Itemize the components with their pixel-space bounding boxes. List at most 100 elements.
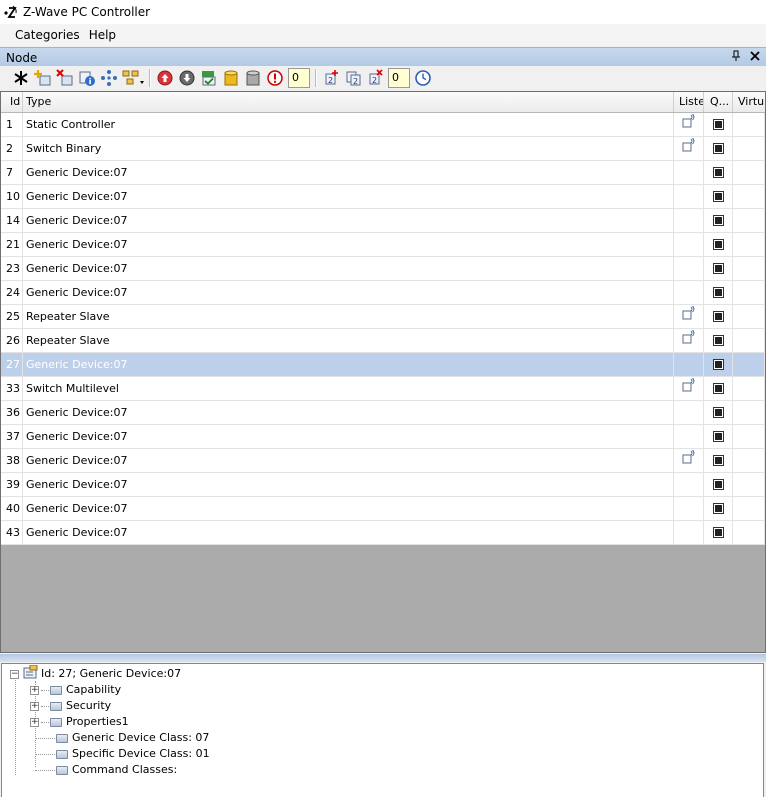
checkbox-checked-icon[interactable] <box>712 263 724 274</box>
cell-q[interactable] <box>704 377 733 400</box>
cell-q[interactable] <box>704 329 733 352</box>
collapse-icon[interactable]: − <box>10 669 19 679</box>
network-discovery-icon[interactable] <box>98 67 120 89</box>
table-row[interactable]: 39 Generic Device:07 <box>1 473 765 497</box>
checkbox-checked-icon[interactable] <box>712 287 724 298</box>
check-status-icon[interactable] <box>198 67 220 89</box>
association-edit-icon[interactable]: 2 <box>342 67 364 89</box>
tree-node[interactable]: + Capability <box>30 682 121 698</box>
checkbox-checked-icon[interactable] <box>712 191 724 202</box>
table-row[interactable]: 7 Generic Device:07 <box>1 161 765 185</box>
database-gold-icon[interactable] <box>220 67 242 89</box>
association-remove-icon[interactable]: 2 <box>364 67 386 89</box>
asterisk-icon[interactable] <box>10 67 32 89</box>
expand-icon[interactable]: + <box>30 701 39 711</box>
checkbox-checked-icon[interactable] <box>712 407 724 418</box>
table-row[interactable]: 37 Generic Device:07 <box>1 425 765 449</box>
add-node-icon[interactable] <box>32 67 54 89</box>
tree-node[interactable]: + Properties1 <box>30 714 129 730</box>
table-row[interactable]: 36 Generic Device:07 <box>1 401 765 425</box>
checkbox-checked-icon[interactable] <box>712 167 724 178</box>
cell-q[interactable] <box>704 521 733 544</box>
cell-q[interactable] <box>704 185 733 208</box>
grid-header: Id Type Liste Q... Virtu <box>1 92 765 113</box>
checkbox-checked-icon[interactable] <box>712 383 724 394</box>
column-header-q[interactable]: Q... <box>704 92 733 112</box>
menu-categories[interactable]: Categories <box>0 24 89 46</box>
cell-q[interactable] <box>704 497 733 520</box>
tree-node[interactable]: + Security <box>30 698 111 714</box>
checkbox-checked-icon[interactable] <box>712 503 724 514</box>
database-gray-icon[interactable] <box>242 67 264 89</box>
cell-q[interactable] <box>704 209 733 232</box>
table-row[interactable]: 33 Switch Multilevel <box>1 377 765 401</box>
checkbox-checked-icon[interactable] <box>712 119 724 130</box>
table-row[interactable]: 43 Generic Device:07 <box>1 521 765 545</box>
association-add-icon[interactable]: 2 <box>320 67 342 89</box>
cell-q[interactable] <box>704 257 733 280</box>
table-row[interactable]: 23 Generic Device:07 <box>1 257 765 281</box>
cell-q[interactable] <box>704 305 733 328</box>
table-row[interactable]: 2 Switch Binary <box>1 137 765 161</box>
table-row[interactable]: 25 Repeater Slave <box>1 305 765 329</box>
checkbox-checked-icon[interactable] <box>712 359 724 370</box>
table-row[interactable]: 21 Generic Device:07 <box>1 233 765 257</box>
wakeup-counter-input[interactable]: 0 <box>288 68 310 88</box>
cell-q[interactable] <box>704 113 733 136</box>
cell-virtual <box>733 449 765 472</box>
download-icon[interactable] <box>176 67 198 89</box>
cell-q[interactable] <box>704 161 733 184</box>
tree-node[interactable]: Generic Device Class: 07 <box>30 730 209 746</box>
checkbox-checked-icon[interactable] <box>712 479 724 490</box>
checkbox-checked-icon[interactable] <box>712 455 724 466</box>
cell-type: Generic Device:07 <box>23 521 674 544</box>
expand-icon[interactable]: + <box>30 717 39 727</box>
expand-icon[interactable]: + <box>30 685 39 695</box>
clock-icon[interactable] <box>412 67 434 89</box>
panel-splitter[interactable] <box>0 654 766 662</box>
table-row[interactable]: 14 Generic Device:07 <box>1 209 765 233</box>
checkbox-checked-icon[interactable] <box>712 335 724 346</box>
checkbox-checked-icon[interactable] <box>712 311 724 322</box>
table-row[interactable]: 24 Generic Device:07 <box>1 281 765 305</box>
menu-help[interactable]: Help <box>89 24 125 46</box>
checkbox-checked-icon[interactable] <box>712 215 724 226</box>
tree-root-node[interactable]: − Id: 27; Generic Device:07 <box>10 664 181 682</box>
tree-node[interactable]: Specific Device Class: 01 <box>30 746 210 762</box>
cell-q[interactable] <box>704 281 733 304</box>
table-row[interactable]: 26 Repeater Slave <box>1 329 765 353</box>
table-row[interactable]: 1 Static Controller <box>1 113 765 137</box>
timeout-counter-input[interactable]: 0 <box>388 68 410 88</box>
cell-q[interactable] <box>704 137 733 160</box>
pin-icon[interactable] <box>731 50 741 65</box>
cell-id: 7 <box>1 161 23 184</box>
cell-q[interactable] <box>704 233 733 256</box>
tree-node-label: Capability <box>66 683 122 696</box>
table-row[interactable]: 38 Generic Device:07 <box>1 449 765 473</box>
column-header-listening[interactable]: Liste <box>674 92 704 112</box>
checkbox-checked-icon[interactable] <box>712 239 724 250</box>
cell-q[interactable] <box>704 353 733 376</box>
cell-q[interactable] <box>704 449 733 472</box>
cell-q[interactable] <box>704 401 733 424</box>
table-row[interactable]: 27 Generic Device:07 <box>1 353 765 377</box>
checkbox-checked-icon[interactable] <box>712 431 724 442</box>
network-dropdown-icon[interactable] <box>120 67 146 89</box>
folder-icon <box>50 701 62 711</box>
remove-node-icon[interactable] <box>54 67 76 89</box>
column-header-type[interactable]: Type <box>23 92 674 112</box>
cell-q[interactable] <box>704 425 733 448</box>
node-info-icon[interactable] <box>76 67 98 89</box>
cell-q[interactable] <box>704 473 733 496</box>
checkbox-checked-icon[interactable] <box>712 527 724 538</box>
table-row[interactable]: 10 Generic Device:07 <box>1 185 765 209</box>
table-row[interactable]: 40 Generic Device:07 <box>1 497 765 521</box>
upload-icon[interactable] <box>154 67 176 89</box>
column-header-id[interactable]: Id <box>1 92 23 112</box>
tree-node[interactable]: Command Classes: <box>30 762 177 778</box>
checkbox-checked-icon[interactable] <box>712 143 724 154</box>
alert-icon[interactable] <box>264 67 286 89</box>
cell-listening <box>674 497 704 520</box>
column-header-virtual[interactable]: Virtu <box>733 92 765 112</box>
close-icon[interactable] <box>750 51 760 64</box>
